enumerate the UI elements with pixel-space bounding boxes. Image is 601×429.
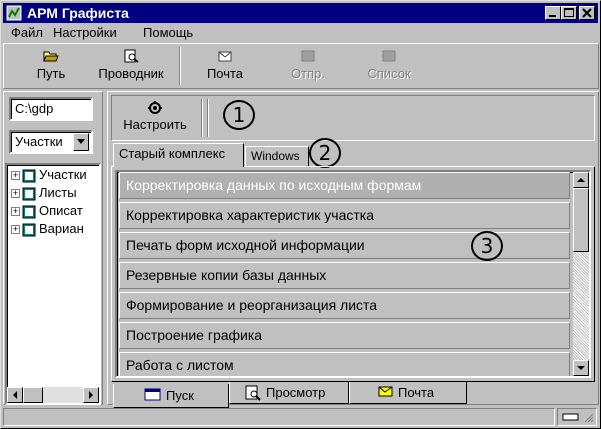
task-list[interactable]: Корректировка данных по исходным формам … bbox=[115, 170, 591, 378]
path-button-label: Путь bbox=[36, 66, 66, 81]
tab-old-complex[interactable]: Старый комплекс bbox=[113, 143, 244, 167]
section-combo-value: Участки bbox=[15, 134, 63, 149]
envelope-icon bbox=[378, 386, 393, 397]
close-button[interactable] bbox=[579, 6, 595, 20]
list-button-label: Список bbox=[367, 66, 411, 81]
list-icon bbox=[382, 50, 396, 62]
expand-icon[interactable]: + bbox=[11, 189, 20, 199]
toolbar-separator bbox=[179, 47, 181, 85]
scroll-left-button[interactable] bbox=[7, 387, 23, 403]
expand-icon[interactable]: + bbox=[11, 225, 20, 235]
callout-marker: 2 bbox=[309, 138, 341, 168]
tree-item[interactable]: + Участки bbox=[11, 167, 87, 185]
close-icon bbox=[582, 8, 592, 18]
configure-button[interactable]: Настроить bbox=[115, 100, 195, 132]
window-title: АРМ Графиста bbox=[27, 5, 129, 21]
toolbar-separator bbox=[201, 99, 203, 137]
list-item[interactable]: Корректировка данных по исходным формам bbox=[119, 172, 570, 199]
book-icon bbox=[22, 205, 36, 219]
send-button-label: Отпр. bbox=[291, 66, 325, 81]
tree-item[interactable]: + Описат bbox=[11, 203, 83, 221]
menu-help[interactable]: Помощь bbox=[143, 25, 193, 40]
scroll-right-button[interactable] bbox=[83, 387, 99, 403]
list-item[interactable]: Корректировка характеристик участка bbox=[119, 202, 570, 229]
path-field-value: C:\gdp bbox=[15, 101, 54, 116]
tab-mail[interactable]: Почта bbox=[349, 382, 467, 404]
combo-dropdown-button[interactable] bbox=[73, 133, 89, 151]
preview-icon bbox=[245, 385, 261, 401]
scroll-thumb[interactable] bbox=[23, 387, 43, 403]
menu-bar: Файл Настройки Помощь bbox=[11, 25, 311, 41]
app-window: АРМ Графиста Файл Настройки Помощь Путь … bbox=[0, 0, 601, 429]
expand-icon[interactable]: + bbox=[11, 207, 20, 217]
explorer-button-label: Проводник bbox=[98, 66, 164, 81]
maximize-button[interactable] bbox=[561, 6, 577, 20]
path-button[interactable]: Путь bbox=[27, 49, 75, 81]
path-field[interactable]: C:\gdp bbox=[9, 97, 93, 121]
tab-preview[interactable]: Просмотр bbox=[229, 382, 349, 404]
callout-marker: 3 bbox=[471, 231, 503, 261]
toolbar-separator bbox=[207, 99, 209, 137]
status-panel bbox=[557, 408, 597, 426]
tools-icon bbox=[148, 101, 162, 114]
list-item[interactable]: Формирование и реорганизация листа bbox=[119, 292, 570, 319]
keyboard-icon bbox=[562, 413, 579, 421]
app-icon bbox=[6, 5, 22, 21]
tree-item[interactable]: + Листы bbox=[11, 185, 77, 203]
tree-view[interactable]: + Участки + Листы + Описат + Вариан bbox=[5, 163, 101, 405]
task-list-scrollbar[interactable] bbox=[573, 172, 589, 376]
list-button[interactable]: Список bbox=[359, 49, 419, 81]
send-icon bbox=[301, 50, 315, 62]
mail-button[interactable]: Почта bbox=[197, 49, 253, 81]
explorer-button[interactable]: Проводник bbox=[91, 49, 171, 81]
book-icon bbox=[22, 187, 36, 201]
tree-item[interactable]: + Вариан bbox=[11, 221, 84, 239]
list-item[interactable]: Построение графика bbox=[119, 322, 570, 349]
mail-icon bbox=[218, 51, 232, 62]
tree-horizontal-scrollbar[interactable] bbox=[7, 387, 99, 403]
chevron-up-icon bbox=[577, 178, 585, 182]
chevron-right-icon bbox=[89, 391, 93, 399]
scroll-down-button[interactable] bbox=[573, 360, 589, 376]
chevron-down-icon bbox=[77, 139, 85, 144]
menu-file[interactable]: Файл bbox=[11, 25, 43, 40]
list-item[interactable]: Работа с листом bbox=[119, 352, 570, 376]
explorer-icon bbox=[124, 49, 139, 63]
mail-button-label: Почта bbox=[206, 66, 244, 81]
list-item[interactable]: Резервные копии базы данных bbox=[119, 262, 570, 289]
chevron-left-icon bbox=[13, 391, 17, 399]
callout-marker: 1 bbox=[223, 100, 255, 130]
window-icon bbox=[144, 388, 161, 401]
book-icon bbox=[22, 223, 36, 237]
expand-icon[interactable]: + bbox=[11, 171, 20, 181]
send-button[interactable]: Отпр. bbox=[283, 49, 333, 81]
minimize-icon bbox=[549, 15, 556, 17]
section-combo[interactable]: Участки bbox=[9, 130, 93, 154]
tab-start[interactable]: Пуск bbox=[113, 384, 229, 408]
maximize-icon bbox=[564, 8, 574, 17]
status-bar bbox=[3, 408, 555, 426]
configure-button-label: Настроить bbox=[123, 117, 187, 132]
title-bar[interactable]: АРМ Графиста bbox=[3, 3, 598, 23]
scroll-up-button[interactable] bbox=[573, 172, 589, 188]
folder-open-icon bbox=[43, 51, 59, 62]
menu-settings[interactable]: Настройки bbox=[53, 25, 117, 40]
minimize-button[interactable] bbox=[545, 6, 561, 20]
resize-grip-icon[interactable] bbox=[584, 413, 594, 423]
tab-windows[interactable]: Windows bbox=[245, 146, 309, 166]
book-icon bbox=[22, 169, 36, 183]
chevron-down-icon bbox=[577, 366, 585, 370]
scroll-thumb[interactable] bbox=[573, 188, 589, 252]
